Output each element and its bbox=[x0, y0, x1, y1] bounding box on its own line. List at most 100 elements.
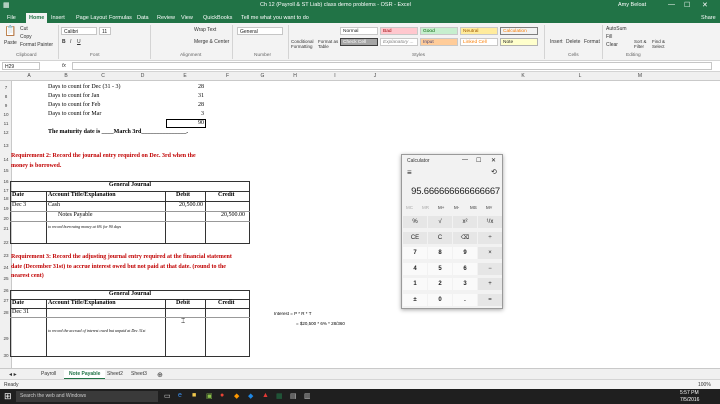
calc-key[interactable]: + bbox=[478, 278, 502, 290]
autosum-button[interactable]: AutoSum bbox=[606, 26, 627, 32]
calc-key[interactable]: ¹/x bbox=[478, 216, 502, 228]
style-calculation[interactable]: Calculation bbox=[500, 27, 538, 35]
calc-key[interactable]: ÷ bbox=[478, 231, 502, 244]
sheet-prev-icon[interactable]: ◂ ▸ bbox=[4, 370, 22, 379]
calc-key[interactable]: 9 bbox=[453, 247, 477, 259]
memory-key[interactable]: MS bbox=[470, 205, 477, 210]
tell-me-input[interactable]: Tell me what you want to do bbox=[238, 13, 312, 23]
style-bad[interactable]: Bad bbox=[380, 27, 418, 35]
tab-home[interactable]: Home bbox=[26, 13, 48, 23]
style-explanatory[interactable]: Explanatory ... bbox=[380, 38, 418, 46]
sort-filter-button[interactable]: Sort & Filter bbox=[634, 39, 652, 49]
journal-credit[interactable]: 20,500.00 bbox=[207, 212, 245, 218]
paste-button[interactable]: Paste bbox=[4, 40, 17, 46]
tab-quickbooks[interactable]: QuickBooks bbox=[200, 13, 235, 23]
sheet-tab-sheet3[interactable]: Sheet3 bbox=[126, 370, 152, 379]
fx-icon[interactable]: fx bbox=[62, 63, 66, 69]
cell-value[interactable]: 28 bbox=[184, 102, 204, 108]
taskbar-search-input[interactable]: Search the web and Windows bbox=[16, 391, 158, 402]
sheet-tab-note-payable[interactable]: Note Payable bbox=[64, 370, 106, 379]
col-header[interactable]: H bbox=[275, 73, 315, 79]
calculator-window[interactable]: Calculator — ☐ ✕ ≡ ⟲ 95.666666666666667 … bbox=[401, 154, 503, 309]
tab-formulas[interactable]: Formulas bbox=[106, 13, 135, 23]
paste-icon[interactable]: 📋 bbox=[4, 26, 16, 37]
merge-center-button[interactable]: Merge & Center bbox=[194, 39, 229, 45]
hamburger-menu-icon[interactable]: ≡ bbox=[407, 168, 412, 177]
calc-key[interactable]: x² bbox=[453, 216, 477, 228]
calc-key[interactable]: % bbox=[403, 216, 427, 228]
name-box[interactable]: H29 bbox=[2, 62, 40, 70]
tab-file[interactable]: File bbox=[4, 13, 19, 23]
share-button[interactable]: Share bbox=[698, 13, 719, 23]
calc-key[interactable]: 8 bbox=[428, 247, 452, 259]
style-input[interactable]: Input bbox=[420, 38, 458, 46]
chrome-icon[interactable]: ● bbox=[220, 392, 224, 399]
row-header[interactable]: 8 bbox=[0, 94, 12, 99]
calc-key[interactable]: 1 bbox=[403, 278, 427, 290]
style-neutral[interactable]: Neutral bbox=[460, 27, 498, 35]
calc-close-button[interactable]: ✕ bbox=[491, 157, 496, 164]
journal-account[interactable]: Cash bbox=[48, 202, 60, 208]
journal-date[interactable]: Dec 31 bbox=[12, 309, 29, 315]
col-header[interactable]: G bbox=[250, 73, 275, 79]
font-size-select[interactable]: 11 bbox=[99, 27, 111, 35]
clear-button[interactable]: Clear bbox=[606, 42, 618, 48]
sheet-tab-sheet2[interactable]: Sheet2 bbox=[102, 370, 128, 379]
user-name[interactable]: Amy Beloat bbox=[618, 2, 646, 8]
calc-key[interactable]: √ bbox=[428, 216, 452, 228]
interest-formula-label[interactable]: Interest = P * R * T bbox=[274, 311, 311, 316]
col-header[interactable]: D bbox=[120, 73, 165, 79]
row-header[interactable]: 13 bbox=[0, 143, 12, 148]
requirement-2-text[interactable]: Requirement 2: Record the journal entry … bbox=[11, 153, 196, 159]
tab-insert[interactable]: Insert bbox=[48, 13, 68, 23]
sheet-tab-payroll[interactable]: Payroll bbox=[36, 370, 61, 379]
memory-key[interactable]: M- bbox=[454, 205, 459, 210]
number-format-select[interactable]: General bbox=[237, 27, 283, 35]
excel-taskbar-icon[interactable]: ▦ bbox=[276, 392, 283, 400]
tab-data[interactable]: Data bbox=[134, 13, 152, 23]
calc-maximize-button[interactable]: ☐ bbox=[476, 157, 481, 164]
fill-button[interactable]: Fill bbox=[606, 34, 612, 40]
calc-key[interactable]: 5 bbox=[428, 262, 452, 275]
row-header[interactable]: 10 bbox=[0, 112, 12, 117]
cell-value[interactable]: 3 bbox=[184, 111, 204, 117]
maximize-button[interactable]: ☐ bbox=[684, 1, 690, 9]
conditional-formatting-button[interactable]: Conditional Formatting bbox=[291, 39, 317, 49]
calc-key[interactable]: C bbox=[428, 231, 452, 244]
calc-key[interactable]: 4 bbox=[403, 262, 427, 275]
bold-button[interactable]: B bbox=[62, 39, 66, 45]
zoom-level[interactable]: 100% bbox=[698, 382, 711, 388]
delete-cells-button[interactable]: Delete bbox=[566, 39, 580, 45]
style-linked-cell[interactable]: Linked Cell bbox=[460, 38, 498, 46]
cut-button[interactable]: Cut bbox=[20, 26, 28, 32]
cell-label[interactable]: Days to count for Dec (31 - 3) bbox=[48, 84, 120, 90]
font-name-select[interactable]: Calibri bbox=[61, 27, 97, 35]
calc-key[interactable]: ± bbox=[403, 293, 427, 306]
format-cells-button[interactable]: Format bbox=[584, 39, 600, 45]
wrap-text-button[interactable]: Wrap Text bbox=[194, 27, 216, 33]
worksheet-grid[interactable]: Days to count for Dec (31 - 3) 28 Days t… bbox=[10, 81, 720, 368]
requirement-3-text[interactable]: date (December 31st) to accrue interest … bbox=[11, 264, 226, 270]
copy-button[interactable]: Copy bbox=[20, 34, 32, 40]
requirement-3-text[interactable]: nearest cent) bbox=[11, 273, 44, 279]
history-icon[interactable]: ⟲ bbox=[491, 168, 497, 176]
format-painter-button[interactable]: Format Painter bbox=[20, 42, 53, 48]
maturity-date-text[interactable]: The maturity date is ____March 3rd______… bbox=[48, 129, 188, 135]
col-header[interactable]: J bbox=[355, 73, 395, 79]
app-icon[interactable]: ▥ bbox=[304, 392, 311, 400]
cell-label[interactable]: Days to count for Mar bbox=[48, 111, 101, 117]
calc-minimize-button[interactable]: — bbox=[462, 157, 468, 163]
underline-button[interactable]: U bbox=[77, 39, 81, 45]
format-as-table-button[interactable]: Format as Table bbox=[318, 39, 340, 49]
row-header[interactable]: 11 bbox=[0, 121, 12, 126]
calc-key[interactable]: = bbox=[478, 293, 502, 306]
col-header[interactable]: A bbox=[12, 73, 46, 79]
col-header[interactable]: E bbox=[165, 73, 205, 79]
italic-button[interactable]: I bbox=[70, 39, 71, 45]
col-header[interactable]: B bbox=[46, 73, 86, 79]
calculator-taskbar-icon[interactable]: ▤ bbox=[290, 392, 297, 400]
app-icon[interactable]: ◆ bbox=[234, 392, 239, 400]
cell-total[interactable]: 90 bbox=[184, 120, 204, 126]
cell-label[interactable]: Days to count for Feb bbox=[48, 102, 100, 108]
col-header[interactable]: F bbox=[205, 73, 250, 79]
